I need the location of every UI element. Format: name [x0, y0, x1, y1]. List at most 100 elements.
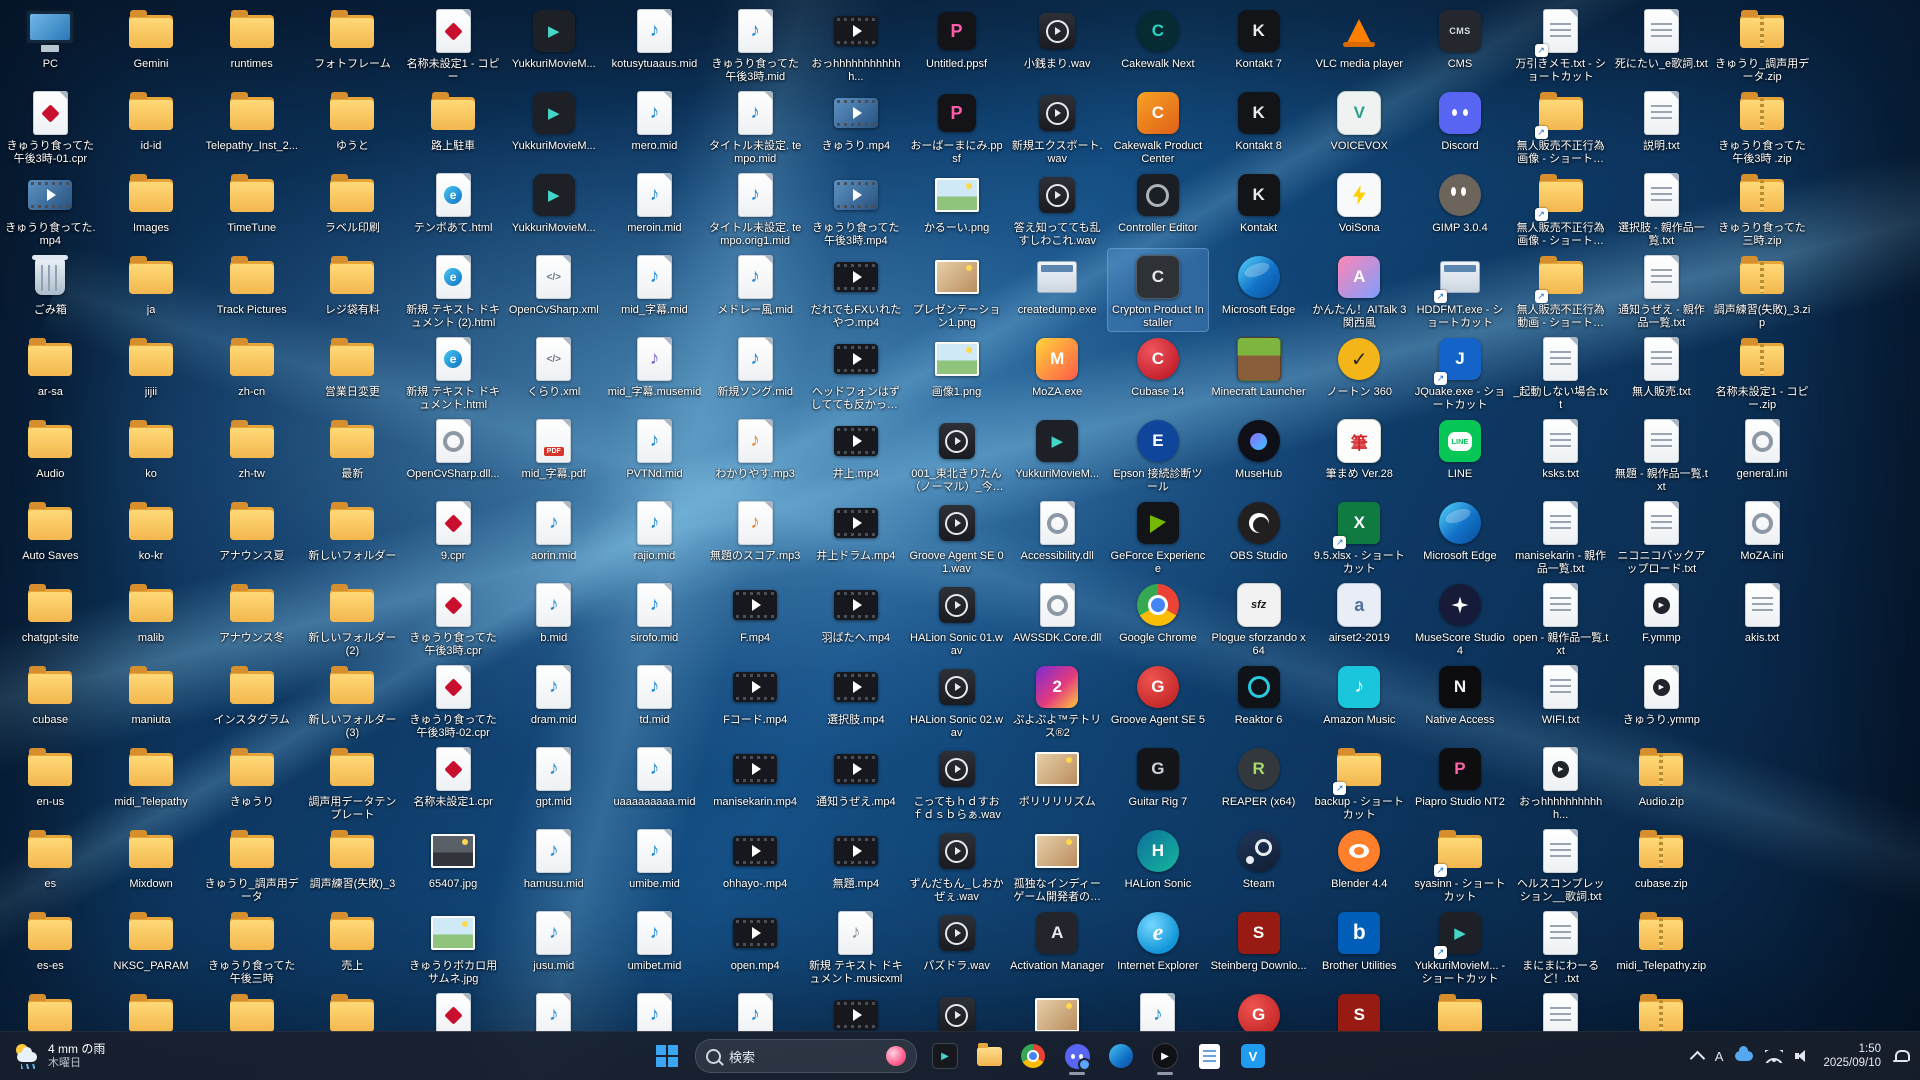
search-box[interactable]: 検索 — [695, 1039, 917, 1073]
desktop-icon[interactable]: Minecraft Launcher — [1208, 331, 1309, 413]
desktop-icon[interactable]: ♪ umibe.mid — [604, 823, 705, 905]
desktop-icon[interactable]: ♪ b.mid — [503, 577, 604, 659]
desktop-icon[interactable]: </> くらり.xml — [503, 331, 604, 413]
desktop-icon[interactable]: ヘッドフォンはずしてても反かった.mp4 — [806, 331, 907, 413]
onedrive-button[interactable] — [1735, 1046, 1754, 1061]
desktop-icon[interactable]: かんたん！AITalk 3 関西風 — [1309, 249, 1410, 331]
desktop-icon[interactable]: 無題 - 親作品一覧.txt — [1611, 413, 1712, 495]
desktop-icon[interactable]: 井上.mp4 — [806, 413, 907, 495]
desktop-icon[interactable]: general.ini — [1712, 413, 1813, 495]
desktop-icon[interactable]: Blender 4.4 — [1309, 823, 1410, 905]
desktop-icon[interactable]: Mixdown — [101, 823, 202, 905]
desktop-icon[interactable]: 調声練習(失敗)_3 — [302, 823, 403, 905]
desktop-icon[interactable]: 無人販売.txt — [1611, 331, 1712, 413]
desktop-icon[interactable]: ko — [101, 413, 202, 495]
desktop-icon[interactable]: アナウンス夏 — [201, 495, 302, 577]
desktop-icon[interactable]: Reaktor 6 — [1208, 659, 1309, 741]
desktop-icon[interactable]: ▶ きゅうり.ymmp — [1611, 659, 1712, 741]
network-button[interactable] — [1765, 1049, 1784, 1063]
desktop-icon[interactable]: 新しいフォルダー (3) — [302, 659, 403, 741]
desktop-icon[interactable]: YukkuriMovieM... — [503, 167, 604, 249]
taskbar-chrome-button[interactable] — [1013, 1036, 1053, 1076]
desktop-icon[interactable]: Activation Manager — [1007, 905, 1108, 987]
desktop-icon[interactable]: NKSC_PARAM — [101, 905, 202, 987]
desktop-icon[interactable]: Cakewalk Next — [1108, 3, 1209, 85]
desktop-icon[interactable]: Native Access — [1410, 659, 1511, 741]
desktop-icon[interactable]: ♪ 新規 テキスト ドキュメント.musicxml — [806, 905, 907, 987]
desktop-icon[interactable]: ぷよぷよ™テトリス®2 — [1007, 659, 1108, 741]
desktop-icon[interactable]: Groove Agent SE 5 — [1108, 659, 1209, 741]
desktop-icon[interactable]: LINE — [1410, 413, 1511, 495]
desktop-icon[interactable]: GIMP 3.0.4 — [1410, 167, 1511, 249]
volume-button[interactable] — [1795, 1049, 1811, 1063]
desktop-icon[interactable]: open - 親作品一覧.txt — [1510, 577, 1611, 659]
desktop-icon[interactable]: 9.cpr — [403, 495, 504, 577]
desktop-icon[interactable] — [1208, 987, 1309, 1032]
desktop-icon[interactable] — [1007, 987, 1108, 1032]
desktop-icon[interactable] — [906, 987, 1007, 1032]
desktop-icon[interactable]: 調声練習(失敗)_3.zip — [1712, 249, 1813, 331]
desktop-icon[interactable]: ♪ きゅうり食ってた午後3時.mid — [705, 3, 806, 85]
desktop-icon[interactable]: PDF mid_字幕.pdf — [503, 413, 604, 495]
desktop-icon[interactable]: こってもｈｄすおｆｄｓｂらぁ.wav — [906, 741, 1007, 823]
desktop-icon[interactable]: パズドラ.wav — [906, 905, 1007, 987]
desktop-icon[interactable]: ずんだもん_しおかぜぇ.wav — [906, 823, 1007, 905]
desktop-icon[interactable]: createdump.exe — [1007, 249, 1108, 331]
desktop-icon[interactable]: Controller Editor — [1108, 167, 1209, 249]
desktop-icon[interactable]: maniuta — [101, 659, 202, 741]
desktop-icon[interactable]: Cubase 14 — [1108, 331, 1209, 413]
taskbar-media-player-button[interactable]: ▶ — [1145, 1036, 1185, 1076]
desktop-icon[interactable] — [1510, 987, 1611, 1032]
desktop-icon[interactable]: 65407.jpg — [403, 823, 504, 905]
desktop-icon[interactable]: まにまにわーるど！.txt — [1510, 905, 1611, 987]
taskbar-file-explorer-button[interactable] — [969, 1036, 1009, 1076]
desktop-icon[interactable]: jijii — [101, 331, 202, 413]
desktop-icon[interactable]: きゅうり_調声用データ — [201, 823, 302, 905]
desktop-icon[interactable]: P おーばーまにみ.ppsf — [906, 85, 1007, 167]
desktop-icon[interactable]: </> OpenCvSharp.xml — [503, 249, 604, 331]
desktop-icon[interactable]: WIFI.txt — [1510, 659, 1611, 741]
desktop-icon[interactable]: ♪ jusu.mid — [503, 905, 604, 987]
desktop-icon[interactable]: ↗YukkuriMovieM... - ショートカット — [1410, 905, 1511, 987]
ime-mode-button[interactable]: A — [1715, 1049, 1724, 1064]
desktop-icon[interactable]: Accessibility.dll — [1007, 495, 1108, 577]
desktop-icon[interactable]: ♪ 新規ソング.mid — [705, 331, 806, 413]
desktop-icon[interactable]: cubase.zip — [1611, 823, 1712, 905]
desktop-icon[interactable]: 新しいフォルダー (2) — [302, 577, 403, 659]
desktop-icon[interactable]: ar-sa — [0, 331, 101, 413]
desktop-icon[interactable]: Amazon Music — [1309, 659, 1410, 741]
desktop-icon[interactable]: ♪ mero.mid — [604, 85, 705, 167]
desktop-icon[interactable]: ♪ meroin.mid — [604, 167, 705, 249]
desktop-icon[interactable]: midi_Telepathy.zip — [1611, 905, 1712, 987]
desktop-icon[interactable]: Audio — [0, 413, 101, 495]
desktop-icon[interactable]: ♪ メドレー風.mid — [705, 249, 806, 331]
desktop-icon[interactable]: ↗無人販売不正行為画像 - ショートカット — [1510, 167, 1611, 249]
desktop-icon[interactable]: VoiSona — [1309, 167, 1410, 249]
desktop-icon[interactable]: manisekarin - 親作品一覧.txt — [1510, 495, 1611, 577]
desktop-icon[interactable]: 死にたい_e歌詞.txt — [1611, 3, 1712, 85]
desktop-icon[interactable]: open.mp4 — [705, 905, 806, 987]
desktop-icon[interactable]: Microsoft Edge — [1208, 249, 1309, 331]
desktop-icon[interactable]: REAPER (x64) — [1208, 741, 1309, 823]
desktop-icon[interactable]: だれでもFXいれたやつ.mp4 — [806, 249, 907, 331]
desktop-icon[interactable]: _起動しない場合.txt — [1510, 331, 1611, 413]
desktop-icon[interactable]: ♪ hamusu.mid — [503, 823, 604, 905]
desktop-icon[interactable]: Microsoft Edge — [1410, 495, 1511, 577]
desktop-icon[interactable]: 井上ドラム.mp4 — [806, 495, 907, 577]
desktop-icon[interactable]: Auto Saves — [0, 495, 101, 577]
desktop-icon[interactable]: HALion Sonic — [1108, 823, 1209, 905]
desktop-icon[interactable]: Brother Utilities — [1309, 905, 1410, 987]
desktop-icon[interactable]: Cakewalk Product Center — [1108, 85, 1209, 167]
desktop-icon[interactable]: ごみ箱 — [0, 249, 101, 331]
desktop-icon[interactable]: アナウンス冬 — [201, 577, 302, 659]
desktop-icon[interactable]: 新規エクスポート.wav — [1007, 85, 1108, 167]
desktop-icon[interactable]: 選択肢.mp4 — [806, 659, 907, 741]
taskbar-notepad-button[interactable] — [1189, 1036, 1229, 1076]
desktop-icon[interactable]: 名称未設定1 - コピー.zip — [1712, 331, 1813, 413]
desktop-icon[interactable]: フォトフレーム — [302, 3, 403, 85]
desktop-icon[interactable]: AWSSDK.Core.dll — [1007, 577, 1108, 659]
desktop-icon[interactable]: 路上駐車 — [403, 85, 504, 167]
desktop-icon[interactable]: きゅうり食ってた午後3時.mp4 — [806, 167, 907, 249]
desktop-icon[interactable]: OpenCvSharp.dll... — [403, 413, 504, 495]
desktop-icon[interactable]: 小銭まり.wav — [1007, 3, 1108, 85]
